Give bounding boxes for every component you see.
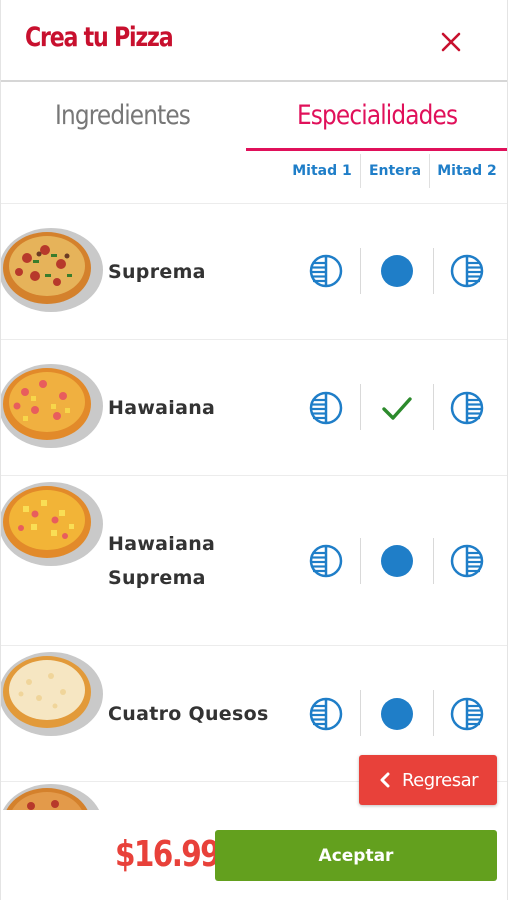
footer: $16.99 Aceptar (1, 810, 507, 900)
column-header-half2: Mitad 2 (437, 163, 497, 179)
close-icon[interactable] (435, 26, 467, 58)
tab-ingredientes[interactable]: Ingredientes (55, 100, 191, 131)
whole-circle-icon (381, 698, 413, 730)
half-right-icon (450, 254, 484, 288)
pizza-builder-panel: Crea tu Pizza Ingredientes Especialidade… (0, 0, 508, 900)
option-divider (433, 384, 434, 430)
half-left-icon (309, 391, 343, 425)
option-divider (360, 248, 361, 294)
accept-button[interactable]: Aceptar (215, 830, 497, 881)
pizza-name-line: Suprema (108, 261, 206, 283)
option-divider (433, 690, 434, 736)
option-divider (360, 538, 361, 584)
half-right-icon (450, 697, 484, 731)
hawaiana-suprema-pizza-image (1, 482, 103, 566)
back-button-label: Regresar (401, 769, 479, 791)
half2-option-cuatro-quesos[interactable] (449, 696, 485, 732)
column-divider (429, 154, 430, 188)
whole-option-hawaiana-suprema[interactable] (379, 543, 415, 579)
hawaiana-pizza-image (1, 364, 103, 448)
half2-option-suprema[interactable] (449, 253, 485, 289)
pizza-name-hawaiana-suprema: Hawaiana Suprema (108, 527, 215, 595)
half1-option-suprema[interactable] (308, 253, 344, 289)
checkmark-icon (382, 397, 412, 420)
option-divider (360, 384, 361, 430)
cuatro-quesos-pizza-image (1, 652, 103, 736)
back-button[interactable]: Regresar (359, 755, 497, 805)
half-left-icon (309, 544, 343, 578)
pizza-name-cuatro-quesos: Cuatro Quesos (108, 697, 269, 731)
total-price: $16.99 (115, 834, 221, 875)
header: Crea tu Pizza (1, 0, 507, 82)
suprema-pizza-image (1, 228, 103, 312)
option-divider (433, 538, 434, 584)
option-divider (360, 690, 361, 736)
pizza-name-line: Hawaiana (108, 533, 216, 555)
half2-option-hawaiana[interactable] (449, 390, 485, 426)
pizza-name-hawaiana: Hawaiana (108, 391, 215, 425)
whole-option-cuatro-quesos[interactable] (379, 696, 415, 732)
half1-option-hawaiana-suprema[interactable] (308, 543, 344, 579)
half1-option-cuatro-quesos[interactable] (308, 696, 344, 732)
active-tab-indicator (246, 148, 507, 151)
column-header-whole: Entera (368, 163, 422, 179)
option-divider (433, 248, 434, 294)
whole-option-hawaiana[interactable] (379, 390, 415, 426)
tab-bar: Ingredientes Especialidades (1, 84, 507, 151)
half-right-icon (450, 391, 484, 425)
whole-circle-icon (381, 545, 413, 577)
list-item[interactable]: Hawaiana (1, 339, 507, 475)
pizza-name-line: Hawaiana (108, 397, 216, 419)
page-title: Crea tu Pizza (25, 22, 174, 53)
list-item[interactable]: Hawaiana Suprema (1, 475, 507, 645)
half-left-icon (309, 697, 343, 731)
whole-option-suprema[interactable] (379, 253, 415, 289)
list-item[interactable]: Suprema (1, 203, 507, 339)
column-header-half1: Mitad 1 (292, 163, 352, 179)
whole-circle-icon (381, 255, 413, 287)
pizza-name-suprema: Suprema (108, 255, 206, 289)
half1-option-hawaiana[interactable] (308, 390, 344, 426)
half-right-icon (450, 544, 484, 578)
pizza-name-line: Suprema (108, 567, 206, 589)
half-left-icon (309, 254, 343, 288)
chevron-left-icon (380, 772, 390, 788)
tab-especialidades[interactable]: Especialidades (297, 100, 458, 131)
half2-option-hawaiana-suprema[interactable] (449, 543, 485, 579)
pizza-name-line: Cuatro Quesos (108, 703, 269, 725)
